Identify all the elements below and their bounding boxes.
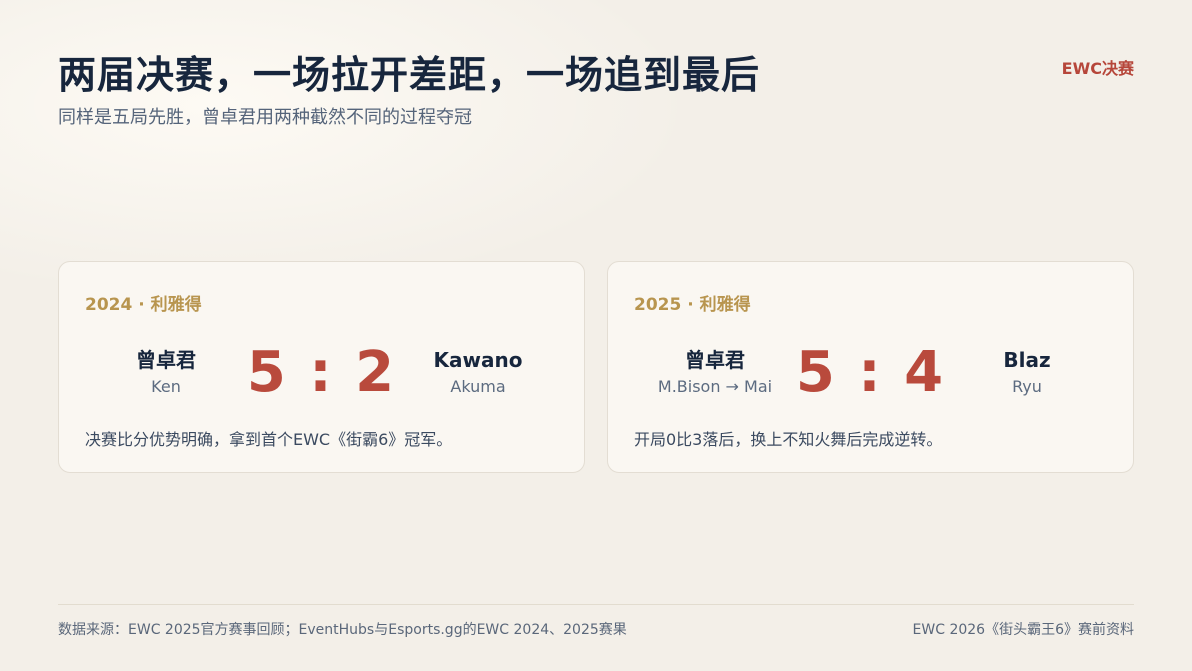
final-card-2024: 2024 · 利雅得 曾卓君 Ken 5 : 2 Kawano Akuma 决赛… bbox=[58, 261, 585, 473]
page-title: 两届决赛，一场拉开差距，一场追到最后 bbox=[58, 53, 761, 97]
player-character: Ken bbox=[151, 377, 181, 396]
opponent-player: Kawano Akuma bbox=[403, 347, 553, 397]
player-name: Kawano bbox=[433, 348, 523, 372]
card-note: 决赛比分优势明确，拿到首个EWC《街霸6》冠军。 bbox=[85, 430, 453, 449]
winner-player: 曾卓君 M.Bison → Mai bbox=[640, 347, 790, 397]
player-character: Akuma bbox=[450, 377, 506, 396]
winner-player: 曾卓君 Ken bbox=[91, 347, 241, 397]
opponent-player: Blaz Ryu bbox=[952, 347, 1102, 397]
player-name: 曾卓君 bbox=[685, 348, 745, 372]
player-name: 曾卓君 bbox=[136, 348, 196, 372]
footer-deck-title: EWC 2026《街头霸王6》赛前资料 bbox=[912, 622, 1134, 638]
player-character: M.Bison → Mai bbox=[657, 377, 773, 396]
match-score: 5 : 2 bbox=[246, 340, 397, 405]
page-subtitle: 同样是五局先胜，曾卓君用两种截然不同的过程夺冠 bbox=[58, 107, 472, 128]
card-note: 开局0比3落后，换上不知火舞后完成逆转。 bbox=[634, 430, 943, 449]
footer-source: 数据来源：EWC 2025官方赛事回顾；EventHubs与Esports.gg… bbox=[58, 622, 627, 638]
section-tag: EWC决赛 bbox=[1061, 59, 1134, 78]
footer-divider bbox=[58, 604, 1134, 605]
player-name: Blaz bbox=[1003, 348, 1051, 372]
match-score: 5 : 4 bbox=[795, 340, 946, 405]
final-card-2025: 2025 · 利雅得 曾卓君 M.Bison → Mai 5 : 4 Blaz … bbox=[607, 261, 1134, 473]
card-heading: 2024 · 利雅得 bbox=[85, 295, 202, 315]
card-heading: 2025 · 利雅得 bbox=[634, 295, 751, 315]
player-character: Ryu bbox=[1012, 377, 1042, 396]
